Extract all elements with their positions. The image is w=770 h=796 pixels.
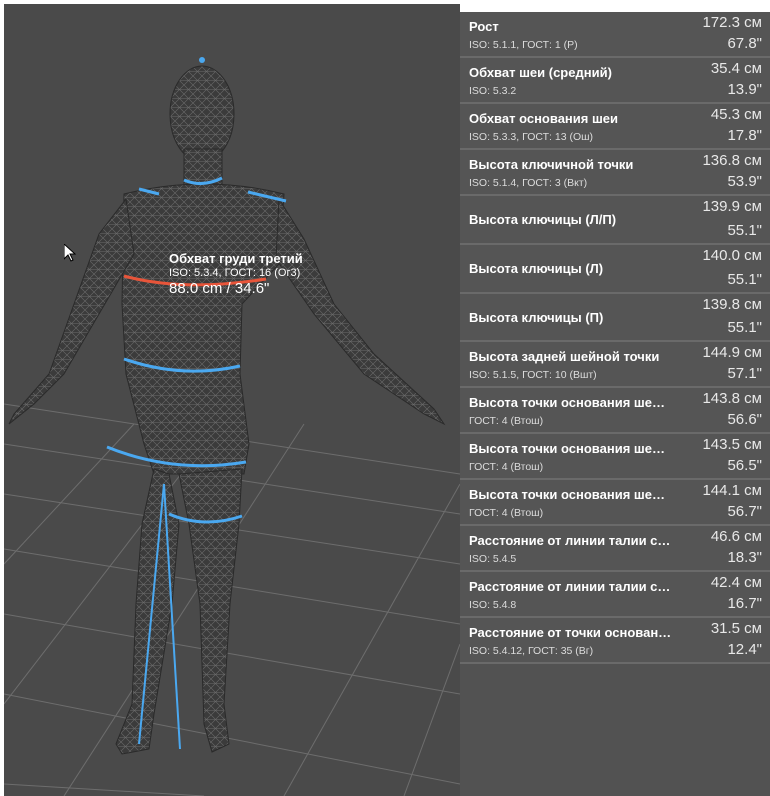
measurement-name: Высота ключицы (Л): [469, 261, 604, 276]
measurement-inch: 53.9": [727, 173, 762, 190]
measurement-inch: 16.7": [727, 595, 762, 612]
measurement-inch: 67.8": [727, 35, 762, 52]
measurement-name: Высота точки основания ше…: [469, 395, 665, 410]
measurement-standard: ISO: 5.3.2: [469, 85, 517, 97]
measurement-cm: 143.5 см: [702, 436, 762, 453]
measurement-name: Обхват шеи (средний): [469, 65, 612, 80]
measurement-row[interactable]: Высота ключичной точки ISO: 5.1.4, ГОСТ: …: [460, 150, 770, 196]
measurement-inch: 57.1": [727, 365, 762, 382]
annotation-title: Обхват груди третий: [169, 251, 303, 266]
measurement-cm: 172.3 см: [702, 14, 762, 31]
measurement-name: Высота ключицы (Л/П): [469, 212, 617, 227]
measurement-row[interactable]: Высота ключицы (Л/П) 139.9 см 55.1": [460, 196, 770, 245]
measurement-name: Расстояние от линии талии с…: [469, 579, 671, 594]
measurement-inch: 56.5": [727, 457, 762, 474]
measurement-name: Рост: [469, 19, 499, 34]
measurements-panel[interactable]: Рост ISO: 5.1.1, ГОСТ: 1 (Р) 172.3 см 67.8"…: [460, 12, 770, 796]
measurement-cm: 143.8 см: [702, 390, 762, 407]
measurement-cm: 31.5 см: [710, 620, 762, 637]
measurement-row[interactable]: Высота точки основания ше… ГОСТ: 4 (Втош)…: [460, 388, 770, 434]
measurement-cm: 144.1 см: [702, 482, 762, 499]
measurement-cm: 140.0 см: [702, 247, 762, 264]
measurement-cm: 45.3 см: [710, 106, 762, 123]
measurement-inch: 55.1": [727, 319, 762, 336]
annotation-subtitle: ISO: 5.3.4, ГОСТ: 16 (Ог3): [169, 266, 301, 279]
measurement-inch: 12.4": [727, 641, 762, 658]
measurement-standard: ГОСТ: 4 (Втош): [469, 507, 544, 519]
measurement-row[interactable]: Расстояние от точки основан… ISO: 5.4.12,…: [460, 618, 770, 664]
body-mesh: [8, 65, 446, 755]
measurement-name: Высота задней шейной точки: [469, 349, 660, 364]
measurement-standard: ISO: 5.1.1, ГОСТ: 1 (Р): [469, 39, 578, 51]
measurement-row[interactable]: Обхват основания шеи ISO: 5.3.3, ГОСТ: 13…: [460, 104, 770, 150]
measurement-standard: ISO: 5.1.4, ГОСТ: 3 (Вкт): [469, 177, 588, 189]
measurement-cm: 144.9 см: [702, 344, 762, 361]
measurement-row[interactable]: Высота ключицы (Л) 140.0 см 55.1": [460, 245, 770, 294]
measurement-cm: 35.4 см: [710, 60, 762, 77]
measurement-row[interactable]: Высота точки основания ше… ГОСТ: 4 (Втош)…: [460, 480, 770, 526]
app-window: Обхват груди третий ISO: 5.3.4, ГОСТ: 16…: [0, 0, 770, 796]
measurement-name: Расстояние от точки основан…: [469, 625, 672, 640]
mouse-pointer-icon: [63, 242, 77, 267]
measurement-row[interactable]: Высота ключицы (П) 139.8 см 55.1": [460, 294, 770, 342]
selected-measurement-label: Обхват груди третий ISO: 5.3.4, ГОСТ: 16…: [169, 251, 303, 297]
measurement-inch: 17.8": [727, 127, 762, 144]
body-scan-scene[interactable]: [4, 4, 460, 796]
measurement-name: Высота точки основания ше…: [469, 441, 665, 456]
annotation-value: 88.0 cm / 34.6": [169, 279, 270, 297]
measurement-row[interactable]: Высота точки основания ше… ГОСТ: 4 (Втош)…: [460, 434, 770, 480]
measurement-name: Расстояние от линии талии с…: [469, 533, 671, 548]
measurement-name: Высота ключичной точки: [469, 157, 634, 172]
measurement-name: Высота точки основания ше…: [469, 487, 665, 502]
measurement-standard: ISO: 5.4.5: [469, 553, 517, 565]
measurement-cm: 42.4 см: [710, 574, 762, 591]
measurement-standard: ГОСТ: 4 (Втош): [469, 415, 544, 427]
measurement-inch: 55.1": [727, 271, 762, 288]
measurement-standard: ISO: 5.4.12, ГОСТ: 35 (Вг): [469, 645, 594, 657]
measurement-row[interactable]: Высота задней шейной точки ISO: 5.1.5, ГО…: [460, 342, 770, 388]
measurement-row[interactable]: Рост ISO: 5.1.1, ГОСТ: 1 (Р) 172.3 см 67.8": [460, 12, 770, 58]
measurement-standard: ГОСТ: 4 (Втош): [469, 461, 544, 473]
measurement-inch: 18.3": [727, 549, 762, 566]
measurement-cm: 139.8 см: [702, 296, 762, 313]
measurement-cm: 136.8 см: [702, 152, 762, 169]
measurement-cm: 46.6 см: [710, 528, 762, 545]
measurement-inch: 55.1": [727, 222, 762, 239]
measurement-row[interactable]: Расстояние от линии талии с… ISO: 5.4.8 42…: [460, 572, 770, 618]
measurement-cm: 139.9 см: [702, 198, 762, 215]
measurement-name: Высота ключицы (П): [469, 309, 604, 325]
measurement-inch: 56.7": [727, 503, 762, 520]
measurement-inch: 13.9": [727, 81, 762, 98]
3d-viewport[interactable]: Обхват груди третий ISO: 5.3.4, ГОСТ: 16…: [4, 4, 460, 796]
measurement-row[interactable]: Расстояние от линии талии с… ISO: 5.4.5 46…: [460, 526, 770, 572]
measurement-inch: 56.6": [727, 411, 762, 428]
height-point: [199, 57, 205, 63]
measurement-standard: ISO: 5.4.8: [469, 599, 517, 611]
measurement-standard: ISO: 5.3.3, ГОСТ: 13 (Ош): [469, 131, 594, 143]
measurement-standard: ISO: 5.1.5, ГОСТ: 10 (Вшт): [469, 369, 597, 381]
measurement-row[interactable]: Обхват шеи (средний) ISO: 5.3.2 35.4 см 13.…: [460, 58, 770, 104]
measurement-name: Обхват основания шеи: [469, 111, 619, 126]
